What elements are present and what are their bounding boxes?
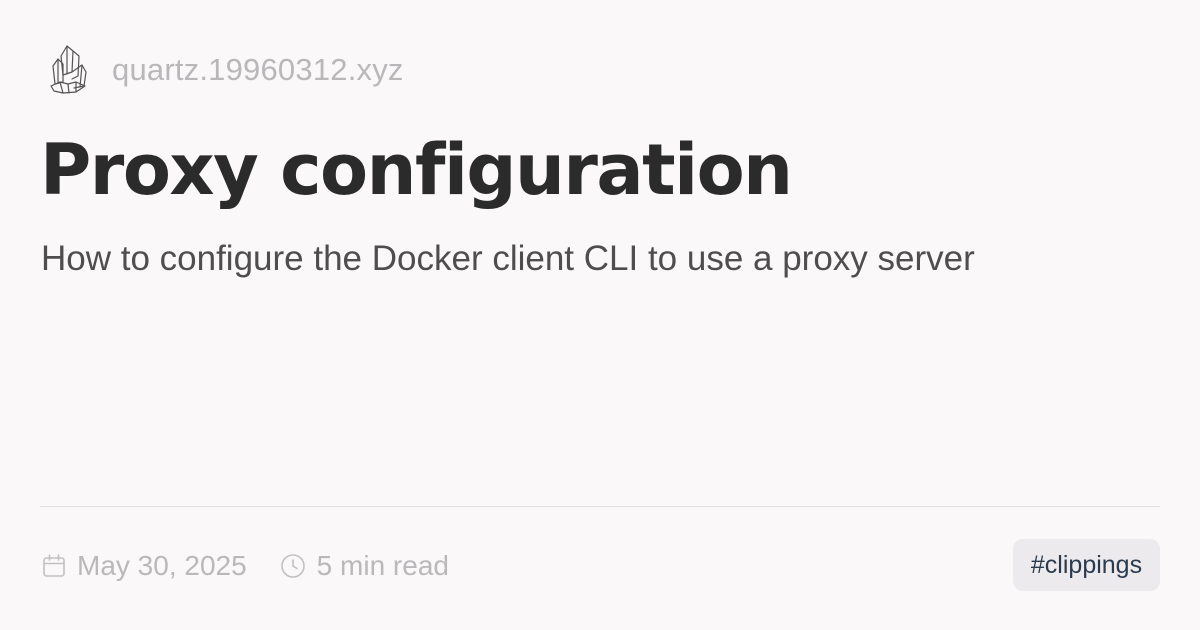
clock-icon <box>280 554 305 578</box>
tag-clippings[interactable]: #clippings <box>1013 539 1160 591</box>
site-name[interactable]: quartz.19960312.xyz <box>112 54 404 85</box>
page-title: Proxy configuration <box>40 129 793 211</box>
og-card: quartz.19960312.xyz Proxy configuration … <box>0 0 1200 630</box>
publish-date-text: May 30, 2025 <box>77 550 247 581</box>
reading-time-text: 5 min read <box>316 550 449 581</box>
calendar-icon <box>43 554 65 577</box>
publish-date: May 30, 2025 <box>42 552 247 580</box>
site-header[interactable]: quartz.19960312.xyz <box>46 42 404 96</box>
divider <box>40 506 1160 507</box>
article-meta: May 30, 2025 5 min read <box>42 545 449 587</box>
crystal-quartz-icon <box>50 45 87 94</box>
page-description: How to configure the Docker client CLI t… <box>41 239 975 278</box>
reading-time: 5 min read <box>280 552 449 580</box>
